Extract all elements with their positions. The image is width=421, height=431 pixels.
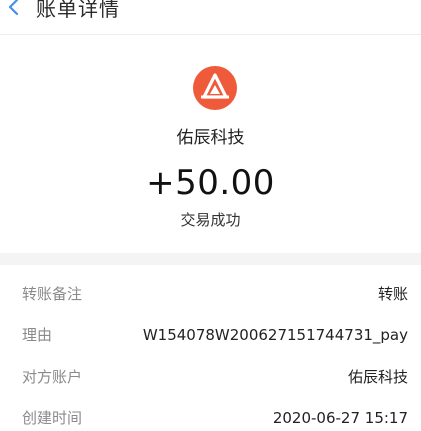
detail-label: 创建时间 (22, 409, 83, 427)
transaction-summary: 佑辰科技 +50.00 交易成功 (0, 35, 421, 253)
detail-label: 对方账户 (22, 368, 83, 386)
transaction-status: 交易成功 (180, 211, 241, 229)
detail-label: 理由 (22, 326, 53, 344)
merchant-logo-icon (193, 66, 237, 110)
detail-value: W154078W200627151744731_pay (142, 326, 408, 344)
back-button[interactable] (2, 0, 32, 30)
detail-list: 转账备注 转账 理由 W154078W200627151744731_pay 对… (0, 265, 421, 431)
transaction-amount: +50.00 (146, 163, 275, 203)
detail-label: 转账备注 (22, 285, 83, 303)
detail-row-reason: 理由 W154078W200627151744731_pay (0, 323, 421, 347)
page-title: 账单详情 (36, 0, 120, 21)
detail-value: 转账 (377, 285, 408, 303)
detail-value: 佑辰科技 (347, 368, 408, 386)
detail-row-remark: 转账备注 转账 (0, 282, 421, 306)
detail-value: 2020-06-27 15:17 (272, 409, 408, 427)
section-divider (0, 253, 421, 265)
detail-row-created-time: 创建时间 2020-06-27 15:17 (0, 406, 421, 430)
navigation-bar: 账单详情 (0, 0, 421, 35)
bill-detail-page: 账单详情 佑辰科技 +50.00 交易成功 转账备注 转账 理由 W154078… (0, 0, 421, 431)
merchant-name: 佑辰科技 (176, 128, 245, 148)
chevron-left-icon (8, 0, 19, 16)
detail-row-counterparty: 对方账户 佑辰科技 (0, 365, 421, 389)
